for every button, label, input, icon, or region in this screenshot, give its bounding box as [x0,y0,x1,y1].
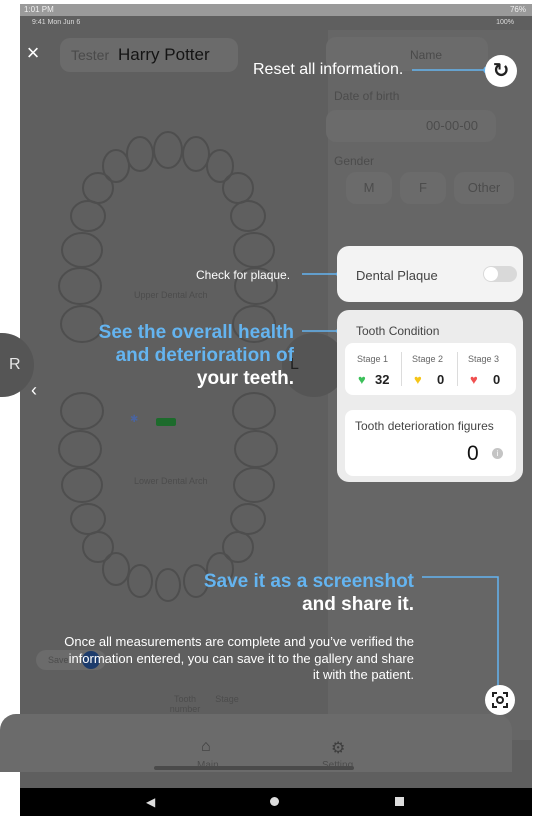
stage3-value: 0 [493,372,501,387]
stage3-label: Stage 3 [468,354,500,364]
screenshot-icon[interactable] [485,685,515,715]
stages-box [345,343,516,395]
screen: 1:01 PM 76% 9:41 Mon Jun 6 100% × Tester… [0,0,540,816]
condition-callout-line2: and deterioration of [115,345,294,366]
screenshot-callout-line2: and share it. [302,594,414,615]
condition-callout-line3: your teeth. [196,368,294,389]
deterioration-figures-label: Tooth deterioration figures [355,419,494,433]
dental-plaque-label: Dental Plaque [356,268,438,283]
reset-icon[interactable]: ↻ [485,55,517,87]
stage3-tooth-icon: ♥ [470,372,478,387]
reset-callout-text: Reset all information. [253,61,404,78]
screenshot-glyph [492,692,508,708]
stage-divider [457,352,458,386]
stage-divider [401,352,402,386]
screenshot-callout-text: Save it as a screenshot and share it. [150,570,414,616]
stage1-label: Stage 1 [357,354,389,364]
screenshot-callout-line1: Save it as a screenshot [203,571,414,592]
stage2-value: 0 [437,372,445,387]
stage2-tooth-icon: ♥ [414,372,422,387]
info-icon[interactable]: i [492,448,503,459]
stage1-value: 32 [375,372,390,387]
screenshot-paragraph: Once all measurements are complete and y… [64,634,414,682]
condition-callout-text: See the overall health and deterioration… [40,321,294,390]
stage2-label: Stage 2 [412,354,444,364]
tooth-condition-title: Tooth Condition [356,324,440,338]
condition-callout-line1: See the overall health [98,322,294,343]
dental-plaque-toggle-knob [484,267,498,281]
deterioration-figures-value: 0 [467,442,479,465]
stage1-tooth-icon: ♥ [358,372,366,387]
plaque-callout-text: Check for plaque. [196,268,291,282]
